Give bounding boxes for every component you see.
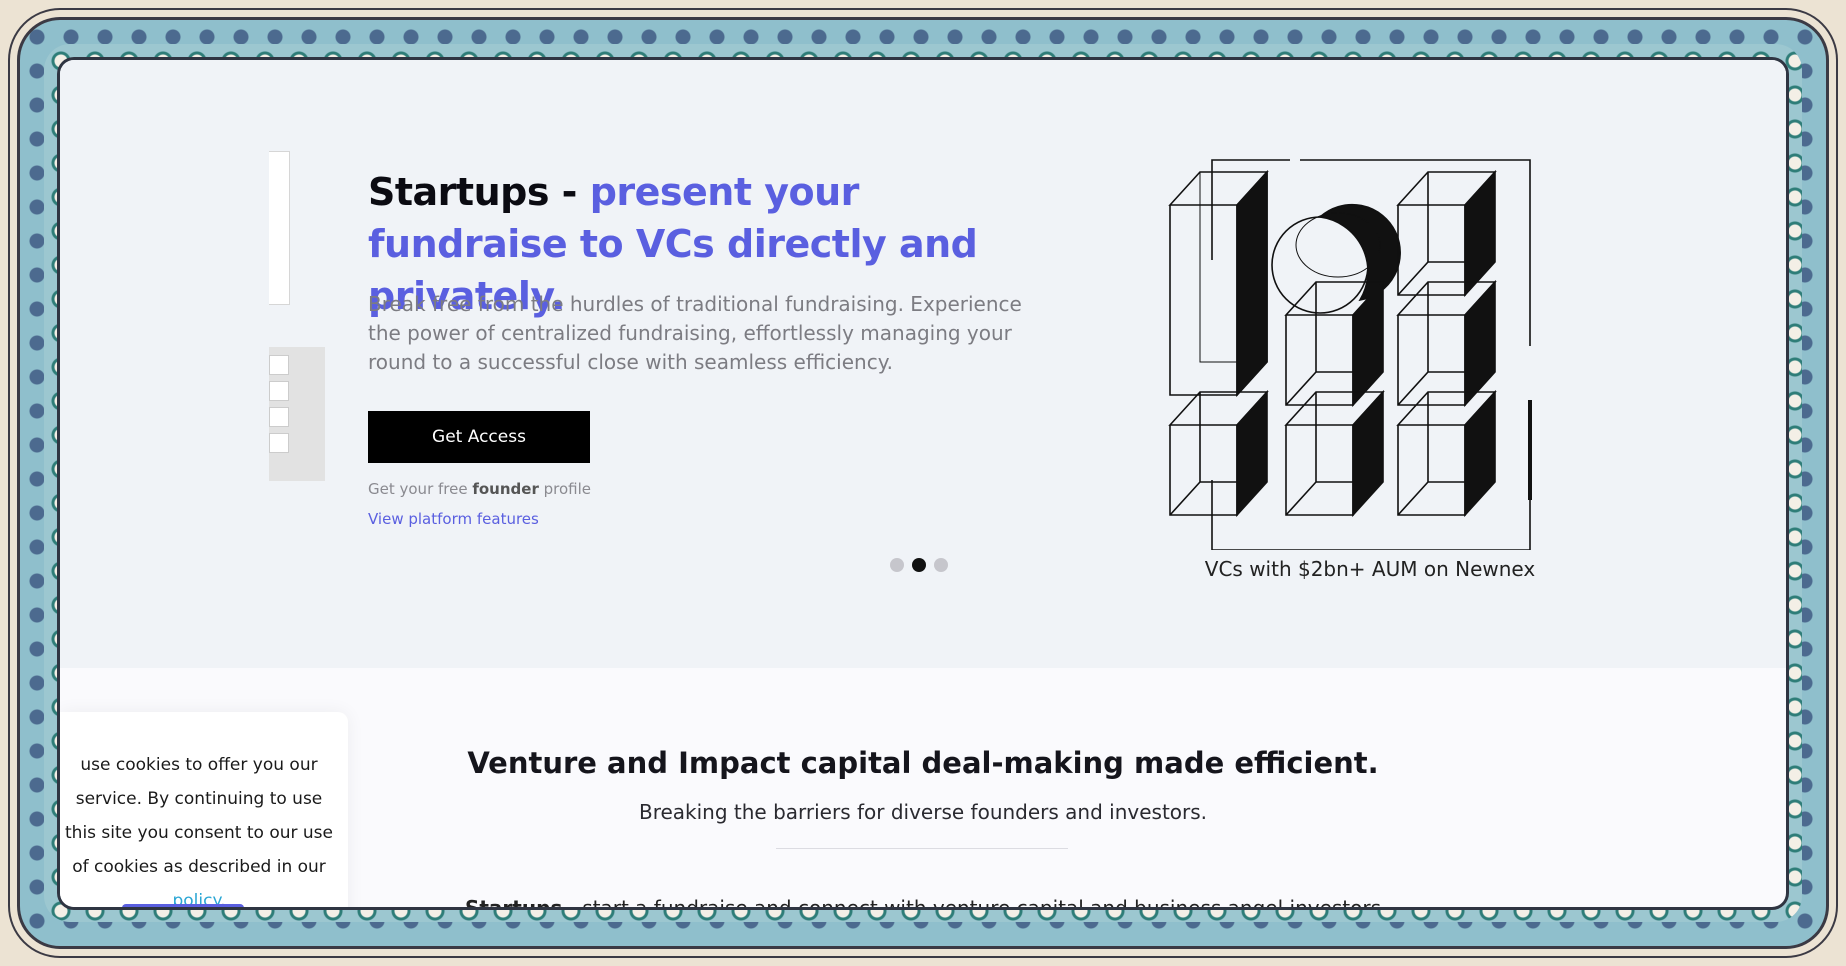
- startups-line-text: - start a fundraise and connect with ven…: [562, 896, 1381, 907]
- carousel-dot-3[interactable]: [934, 558, 948, 572]
- vc-caption: VCs with $2bn+ AUM on Newnex: [1204, 557, 1536, 581]
- cookie-accept-button[interactable]: [122, 904, 244, 907]
- carousel-dot-2[interactable]: [912, 558, 926, 572]
- section-divider: [776, 848, 1068, 849]
- hero-title-lead: Startups -: [368, 170, 590, 214]
- free-profile-bold: founder: [472, 480, 539, 498]
- browser-viewport: Startups - present your fundraise to VCs…: [60, 60, 1786, 907]
- previous-slide-preview: [269, 151, 290, 305]
- hero-section: Startups - present your fundraise to VCs…: [60, 60, 1786, 668]
- cookie-text-body: use cookies to offer you our service. By…: [65, 755, 333, 877]
- free-profile-suffix: profile: [538, 480, 591, 498]
- carousel-dot-1[interactable]: [890, 558, 904, 572]
- cookie-text: use cookies to offer you our service. By…: [60, 748, 338, 907]
- free-profile-note: Get your free founder profile: [368, 480, 591, 498]
- previous-slide-preview-2: [269, 347, 325, 481]
- carousel-dots: [890, 558, 948, 572]
- startups-line-bold: Startups: [465, 896, 562, 907]
- get-access-button[interactable]: Get Access: [368, 411, 590, 463]
- hero-description: Break free from the hurdles of tradition…: [368, 292, 1022, 374]
- view-platform-features-link[interactable]: View platform features: [368, 510, 539, 528]
- cookie-banner: use cookies to offer you our service. By…: [60, 712, 348, 907]
- cube-grid-illustration: [1168, 159, 1532, 550]
- free-profile-prefix: Get your free: [368, 480, 473, 498]
